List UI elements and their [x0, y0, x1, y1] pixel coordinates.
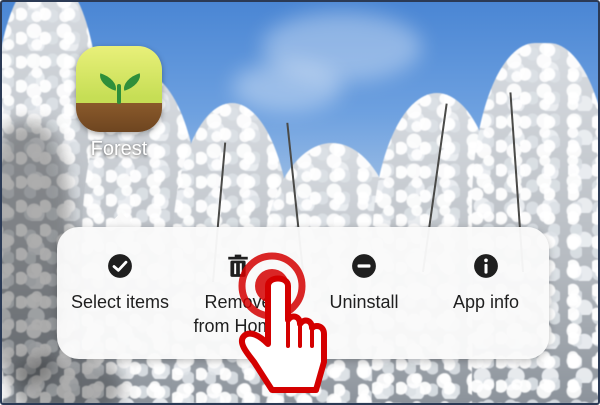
check-circle-icon [108, 254, 132, 278]
sprout-leaf-right [120, 73, 144, 91]
wallpaper-shadow [12, 357, 122, 403]
app-info-button[interactable]: App info [427, 227, 545, 359]
sprout-stem [117, 84, 121, 104]
select-items-button[interactable]: Select items [61, 227, 179, 359]
pointing-hand-icon [238, 252, 327, 393]
popup-pointer [106, 212, 136, 228]
forest-sprout-icon[interactable] [76, 46, 162, 132]
wallpaper-cloud [232, 62, 342, 112]
app-label: Forest [90, 138, 148, 160]
minus-circle-icon [352, 254, 376, 278]
app-info-label: App info [452, 292, 520, 312]
select-items-label: Select items [70, 292, 170, 312]
sprout-leaf-left [96, 73, 120, 91]
forest-app-shortcut[interactable]: Forest [64, 46, 174, 161]
info-circle-icon [474, 254, 498, 278]
home-screen: Forest Select items Remove from Home Uni… [0, 0, 600, 405]
